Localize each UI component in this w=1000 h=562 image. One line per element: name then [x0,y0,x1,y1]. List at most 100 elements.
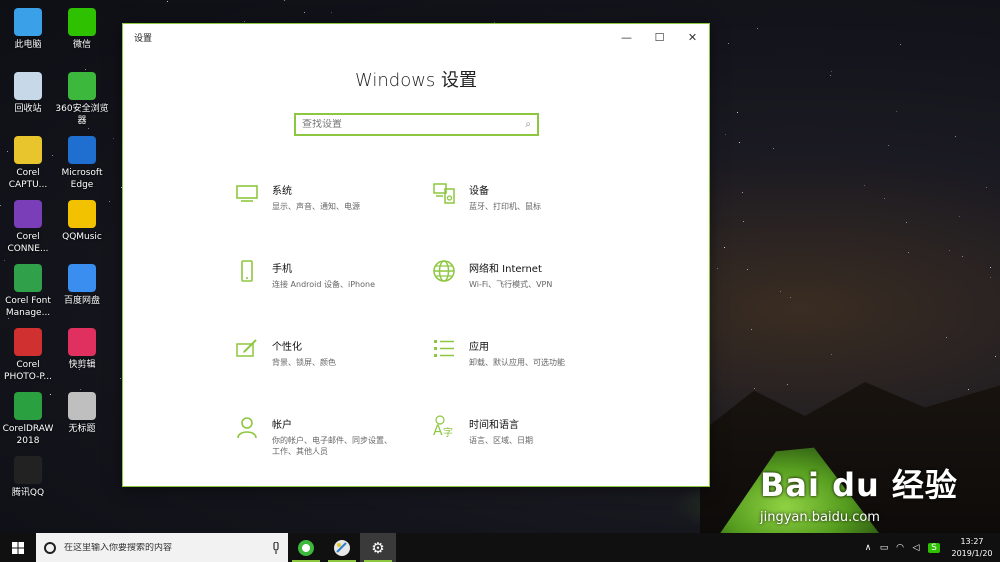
desktop-icon[interactable]: 快剪辑 [54,328,110,371]
settings-item[interactable]: 应用 卸载、默认应用、可选功能 [431,337,611,387]
360-browser-icon [68,72,96,100]
desktop-icon-label: Corel Font Manage... [5,296,51,318]
star [716,268,718,270]
personalization-icon [234,337,260,363]
time-language-icon: A字 [431,415,457,441]
settings-item[interactable]: 手机 连接 Android 设备、iPhone [234,259,414,309]
clock-date: 2019/1/20 [951,548,993,558]
cortana-icon [44,541,56,554]
settings-item-text: 系统 显示、声音、通知、电源 [272,181,392,231]
search-input[interactable] [302,119,526,130]
microphone-icon[interactable] [272,541,280,554]
taskbar: ⚙ ∧ ▭ ◠ ◁ S 13:27 2019/1/20 [0,533,1000,562]
star [906,221,908,223]
ime-icon[interactable]: S [928,542,940,553]
start-button[interactable] [0,533,36,562]
settings-item[interactable]: 设备 蓝牙、打印机、鼠标 [431,181,611,231]
taskbar-search[interactable] [36,533,288,562]
star [167,1,169,3]
network-icon[interactable]: ◠ [892,543,908,553]
desktop-icon-label: Corel PHOTO-P... [4,360,52,382]
settings-item-desc: 语言、区域、日期 [469,436,533,445]
system-tray: ∧ ▭ ◠ ◁ S 13:27 2019/1/20 [860,533,1000,562]
desktop-icon-label: 腾讯QQ [11,488,45,498]
settings-item-desc: 显示、声音、通知、电源 [272,202,360,211]
taskbar-coreldraw[interactable] [324,533,360,562]
star [896,111,898,113]
star [830,74,832,76]
desktop-icon[interactable]: Corel CAPTU... [0,136,56,191]
star [985,187,987,189]
taskbar-settings[interactable]: ⚙ [360,533,396,562]
desktop-icon-label: 此电脑 [14,40,42,50]
desktop-icon[interactable]: QQMusic [54,200,110,243]
desktop-icon[interactable]: 微信 [54,8,110,51]
desktop-icon[interactable]: 360安全浏览器 [54,72,110,127]
desktop-icon[interactable]: 无标题 [54,392,110,435]
title-bar[interactable]: 设置 — ☐ ✕ [123,24,709,50]
star [968,389,970,391]
recycle-bin-icon [14,72,42,100]
star [884,197,886,199]
close-button[interactable]: ✕ [676,24,709,50]
edge-icon [68,136,96,164]
watermark-url: jingyan.baidu.com [760,510,880,525]
wechat-icon [68,8,96,36]
desktop-icon-label: Corel CONNE... [7,232,49,254]
watermark: Bai du 经验 jingyan.baidu.com [760,460,1000,540]
settings-item[interactable]: 系统 显示、声音、通知、电源 [234,181,414,231]
volume-icon[interactable]: ◁ [908,543,924,553]
search-icon[interactable]: ⌕ [525,119,531,130]
desktop-icon-label: 360安全浏览器 [55,104,109,126]
desktop-icon[interactable]: 回收站 [0,72,56,115]
star [961,255,963,257]
corel-photo-icon [14,328,42,356]
coreldraw-icon [334,539,350,556]
settings-item-name: 帐户 [272,420,292,431]
kuaijianji-icon [68,328,96,356]
desktop-icon[interactable]: Corel PHOTO-P... [0,328,56,383]
star [830,354,832,356]
desktop-icon[interactable]: CorelDRAW 2018 [0,392,56,447]
minimize-button[interactable]: — [610,24,643,50]
star [772,147,774,149]
desktop-icon[interactable]: Corel Font Manage... [0,264,56,319]
maximize-button[interactable]: ☐ [643,24,676,50]
chevron-up-icon[interactable]: ∧ [860,543,876,553]
close-icon: ✕ [687,30,698,44]
clock[interactable]: 13:27 2019/1/20 [944,536,1000,560]
settings-item[interactable]: 网络和 Internet Wi-Fi、飞行模式、VPN [431,259,611,309]
settings-item[interactable]: 帐户 你的帐户、电子邮件、同步设置、工作、其他人员 [234,415,414,465]
settings-item-desc: 蓝牙、打印机、鼠标 [469,202,541,211]
settings-item-desc: Wi-Fi、飞行模式、VPN [469,280,553,289]
taskbar-search-input[interactable] [64,542,272,553]
desktop-icon-label: 微信 [72,40,91,50]
star [830,70,832,72]
star [728,43,730,45]
settings-item[interactable]: A 字时间和语言 语言、区域、日期 [431,415,611,465]
desktop-icon[interactable]: 此电脑 [0,8,56,51]
monitor-icon [234,181,260,207]
minimize-icon: — [621,30,632,44]
window-title: 设置 [134,33,153,44]
svg-text:字: 字 [443,426,453,439]
desktop-icon[interactable]: 腾讯QQ [0,456,56,499]
desktop-icon-label: Microsoft Edge [61,168,103,190]
taskbar-360-browser[interactable] [288,533,324,562]
settings-item[interactable]: 个性化 背景、锁屏、颜色 [234,337,414,387]
star [790,297,792,299]
desktop-icon-label: 无标题 [68,424,96,434]
star [330,11,332,13]
untitled-icon [68,392,96,420]
desktop-icon-label: Corel CAPTU... [8,168,48,190]
desktop-icon[interactable]: Corel CONNE... [0,200,56,255]
desktop-icon[interactable]: 百度网盘 [54,264,110,307]
qqmusic-icon [68,200,96,228]
desktop-icon-label: QQMusic [62,232,102,242]
clock-time: 13:27 [960,536,984,546]
svg-text:A: A [433,423,443,439]
search-box[interactable]: ⌕ [294,113,539,136]
desktop-icon[interactable]: Microsoft Edge [54,136,110,191]
battery-icon[interactable]: ▭ [876,543,892,553]
settings-window: 设置 — ☐ ✕ Windows 设置 ⌕ 系统显示、声音、通知、电源 设备蓝牙、… [122,23,710,487]
